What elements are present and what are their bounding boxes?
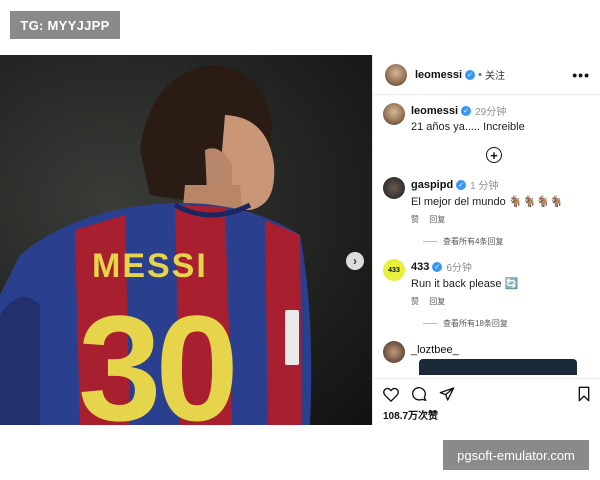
comment-username[interactable]: gaspipd — [411, 179, 453, 191]
comment-icon[interactable] — [411, 386, 427, 402]
jersey-number: 30 — [78, 284, 233, 425]
like-count[interactable]: 108.7万次赞 — [383, 407, 591, 422]
comment-media-thumbnail[interactable] — [419, 359, 577, 375]
comment-text: El mejor del mundo 🐐🐐🐐🐐 — [411, 196, 564, 208]
post-timestamp-cut — [383, 424, 591, 428]
share-icon[interactable] — [439, 386, 455, 402]
watermark-top: TG: MYYJJPP — [10, 11, 120, 39]
view-replies-link[interactable]: 查看所有18条回复 — [423, 318, 600, 329]
caption: leomessi ✓ 29分钟 21 años ya..... Increibl… — [383, 103, 600, 133]
verified-icon: ✓ — [432, 261, 443, 272]
avatar[interactable] — [383, 177, 405, 199]
comment-time: 1 分钟 — [470, 181, 499, 192]
avatar[interactable] — [383, 341, 405, 363]
comments-panel: leomessi ✓ • 关注 ••• leomessi ✓ 29分钟 21 a… — [372, 55, 600, 425]
bookmark-icon[interactable] — [577, 386, 591, 402]
like-comment-button[interactable]: 赞 — [411, 215, 419, 224]
follow-button[interactable]: 关注 — [485, 67, 505, 82]
list-item: gaspipd ✓ 1 分钟 El mejor del mundo 🐐🐐🐐🐐 赞… — [383, 177, 600, 225]
jersey-name: MESSI — [92, 247, 208, 285]
chevron-right-icon[interactable]: › — [346, 252, 364, 270]
like-comment-button[interactable]: 赞 — [411, 297, 419, 306]
post-author-username[interactable]: leomessi — [415, 69, 462, 81]
comment-text: Run it back please 🔄 — [411, 278, 519, 290]
heart-icon[interactable] — [383, 387, 399, 402]
view-replies-link[interactable]: 查看所有4条回复 — [423, 236, 600, 247]
add-comment-icon[interactable]: + — [486, 147, 502, 163]
avatar[interactable] — [385, 63, 407, 86]
verified-icon: ✓ — [456, 179, 467, 190]
verified-icon: ✓ — [461, 105, 472, 116]
caption-username[interactable]: leomessi — [411, 105, 458, 117]
instagram-post: MESSI 30 › leomessi ✓ • 关注 ••• leomessi … — [0, 55, 600, 425]
comment-time: 6分钟 — [446, 263, 472, 274]
messi-photo-illustration: MESSI 30 — [0, 65, 312, 425]
caption-text: 21 años ya..... Increible — [411, 121, 525, 133]
reply-button[interactable]: 回复 — [429, 215, 445, 224]
post-photo: MESSI 30 › — [0, 55, 372, 425]
post-header: leomessi ✓ • 关注 ••• — [373, 55, 600, 95]
list-item: 433 433 ✓ 6分钟 Run it back please 🔄 赞 回复 — [383, 259, 600, 307]
comment-username[interactable]: 433 — [411, 261, 429, 273]
separator-dot: • — [478, 68, 482, 81]
comment-username[interactable]: _loztbee_ — [411, 344, 459, 356]
comments-list: leomessi ✓ 29分钟 21 años ya..... Increibl… — [373, 95, 600, 363]
verified-icon: ✓ — [465, 69, 476, 80]
reply-button[interactable]: 回复 — [429, 297, 445, 306]
watermark-bottom: pgsoft-emulator.com — [443, 440, 589, 470]
avatar[interactable]: 433 — [383, 259, 405, 281]
avatar[interactable] — [383, 103, 405, 125]
more-options-icon[interactable]: ••• — [572, 67, 590, 83]
caption-time: 29分钟 — [475, 107, 507, 118]
post-action-bar: 108.7万次赞 — [373, 378, 600, 425]
